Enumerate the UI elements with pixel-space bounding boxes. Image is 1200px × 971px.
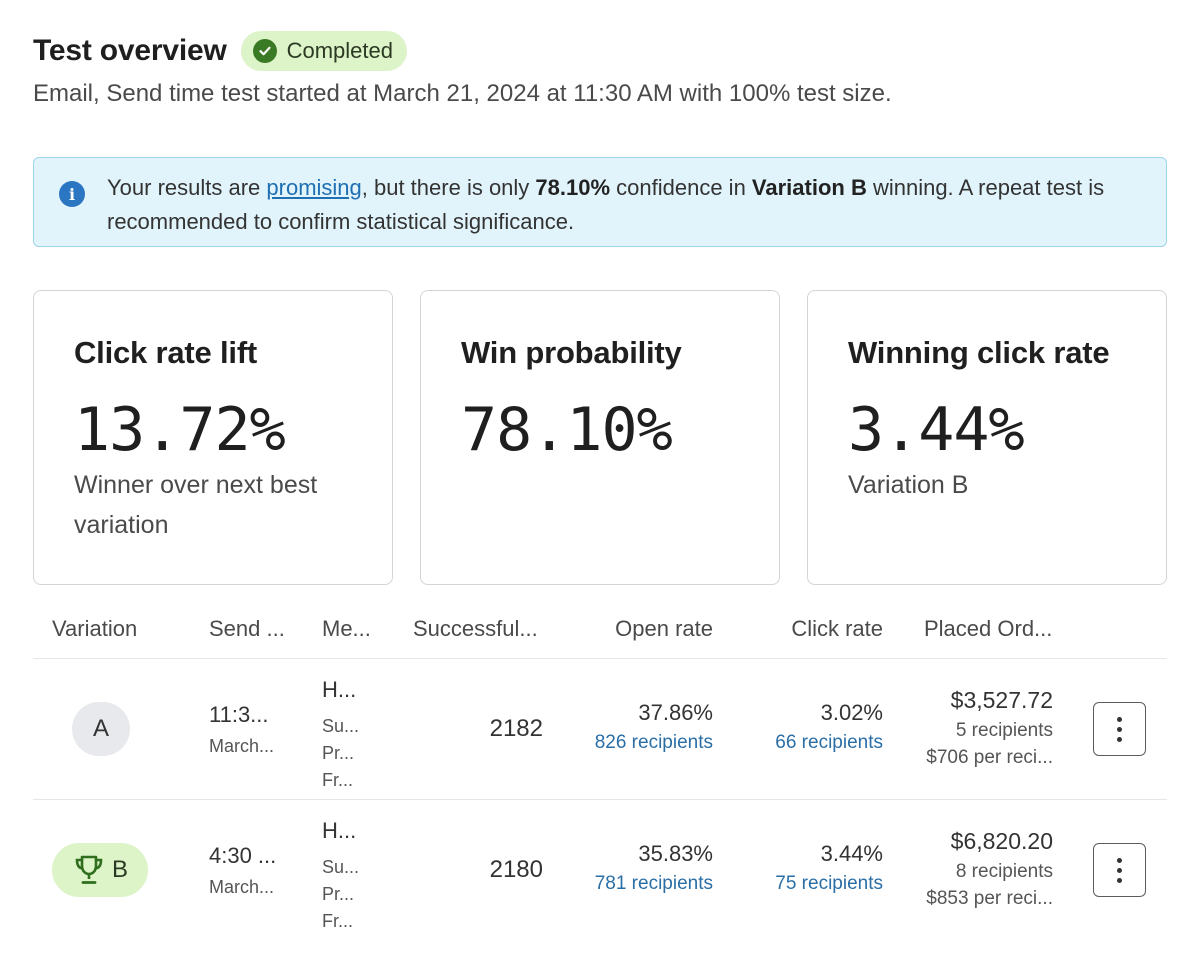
status-label: Completed [286,38,393,63]
info-banner: i Your results are promising, but there … [33,157,1167,247]
banner-text-part: confidence in [610,175,752,200]
column-header-click-rate[interactable]: Click rate [791,616,883,642]
trophy-icon [75,855,103,884]
test-description: Email, Send time test started at March 2… [33,80,892,107]
win-probability-card: Win probability 78.10% [420,290,780,585]
send-date: March... [209,877,275,897]
table-row: A 11:3... March... H... Su... Pr... Fr..… [33,659,1167,800]
message-detail: Su... [322,716,360,736]
message-detail: Fr... [322,770,353,790]
message-detail: Su... [322,857,360,877]
click-recipients-link[interactable]: 75 recipients [775,873,883,895]
status-badge: Completed [240,31,407,71]
info-icon: i [59,181,85,207]
placed-orders-per-recipient: $706 per reci... [926,747,1053,768]
card-description: Winner over next best variation [74,471,318,539]
kebab-dot [1117,736,1122,742]
click-rate-lift-card: Click rate lift 13.72% Winner over next … [33,290,393,585]
message-title: H... [322,818,357,843]
placed-orders-recipients: 8 recipients [955,861,1053,882]
placed-orders-value: $6,820.20 [950,828,1053,854]
variation-label: B [111,856,128,883]
successful-deliveries: 2182 [489,715,543,742]
kebab-dot [1117,857,1122,863]
card-value: 13.72% [74,395,286,465]
click-rate: 3.02% [820,700,883,725]
message-detail: Fr... [322,911,353,931]
click-recipients-link[interactable]: 66 recipients [775,732,883,754]
column-header-variation[interactable]: Variation [52,616,137,642]
kebab-dot [1117,877,1122,883]
column-header-open-rate[interactable]: Open rate [615,616,713,642]
send-time: 11:3... [209,702,269,727]
card-description: Variation B [848,471,969,499]
metric-cards: Click rate lift 13.72% Winner over next … [33,290,1167,585]
card-title: Winning click rate [848,335,1110,370]
open-rate: 37.86% [638,700,713,725]
winning-click-rate-card: Winning click rate 3.44% Variation B [807,290,1167,585]
table-header: Variation Send ... Me... Successful... O… [33,600,1167,659]
open-rate: 35.83% [638,841,713,866]
promising-link[interactable]: promising [266,175,361,200]
page-title: Test overview [33,34,227,67]
column-header-successful[interactable]: Successful... [413,616,538,642]
placed-orders-value: $3,527.72 [950,687,1053,713]
card-value: 3.44% [848,395,1025,465]
kebab-dot [1117,716,1122,722]
check-circle-icon [252,39,277,63]
banner-message: Your results are promising, but there is… [107,171,1106,239]
placed-orders-per-recipient: $853 per reci... [926,888,1053,909]
send-time: 4:30 ... [209,843,277,868]
table-row: B 4:30 ... March... H... Su... Pr... Fr.… [33,800,1167,941]
row-menu-button[interactable] [1093,702,1146,756]
message-title: H... [322,677,357,702]
column-header-send-time[interactable]: Send ... [209,616,285,642]
message-detail: Pr... [322,743,355,763]
banner-text-part: , but there is only [361,175,536,200]
successful-deliveries: 2180 [489,856,543,883]
open-recipients-link[interactable]: 781 recipients [595,873,713,895]
row-menu-button[interactable] [1093,843,1146,897]
banner-text-part: Your results are [107,175,267,200]
winner-variation-badge: B [52,843,148,897]
placed-orders-recipients: 5 recipients [955,720,1053,741]
message-detail: Pr... [322,884,355,904]
kebab-dot [1117,726,1122,732]
click-rate: 3.44% [820,841,883,866]
title-row: Test overview Completed [33,30,1167,72]
page-header: Test overview Completed Email, Send time… [33,30,1167,108]
variations-table: Variation Send ... Me... Successful... O… [33,600,1167,941]
open-recipients-link[interactable]: 826 recipients [595,732,713,754]
winning-variation: Variation B [751,175,867,200]
card-title: Win probability [461,335,682,370]
confidence-value: 78.10% [535,175,611,200]
kebab-dot [1117,867,1122,873]
send-date: March... [209,736,275,756]
card-title: Click rate lift [74,335,258,370]
variation-badge: A [72,702,130,756]
card-value: 78.10% [461,395,673,465]
column-header-placed-orders[interactable]: Placed Ord... [924,616,1052,642]
column-header-message[interactable]: Me... [322,616,371,642]
